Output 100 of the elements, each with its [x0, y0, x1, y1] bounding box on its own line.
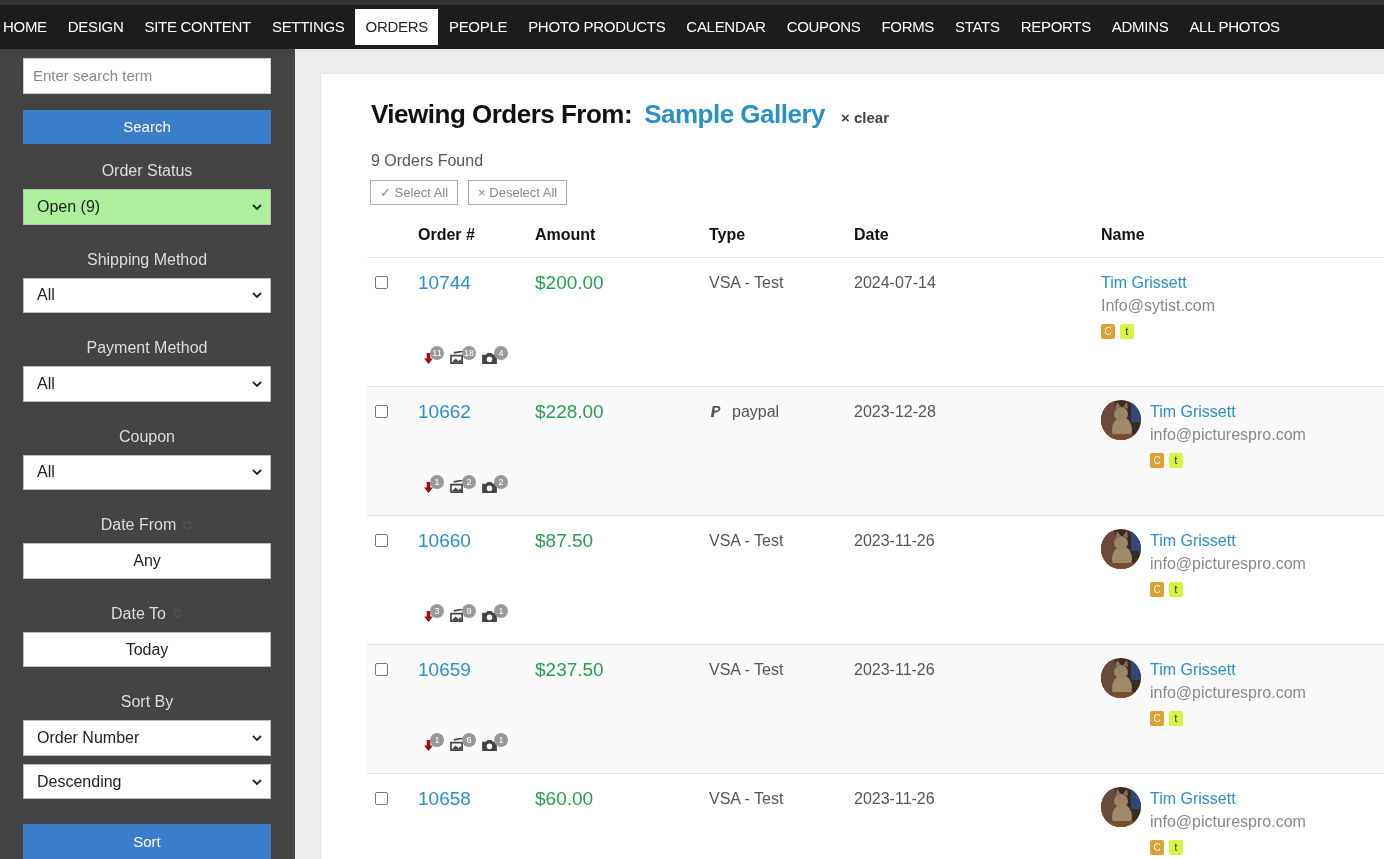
date-field[interactable]: Today [23, 631, 271, 668]
camera-icon [482, 610, 497, 622]
tag: C [1150, 453, 1164, 468]
caret-icon [252, 735, 262, 742]
caret-icon [252, 203, 262, 210]
order-number-link[interactable]: 10658 [418, 788, 535, 810]
nav-tab[interactable]: HOME [0, 9, 58, 45]
row-checkbox[interactable] [375, 663, 388, 676]
customer-email: Info@sytist.com [1101, 297, 1216, 315]
tag: t [1120, 324, 1134, 339]
payment-type: VSA - Test [709, 790, 784, 808]
nav-tab[interactable]: SETTINGS [261, 9, 356, 45]
nav-tab[interactable]: ALL PHOTOS [1178, 9, 1291, 45]
image-count: 9 [462, 604, 476, 618]
nav-tab[interactable]: COUPONS [776, 9, 871, 45]
column-header: Order # [418, 226, 476, 244]
order-amount: $237.50 [535, 659, 604, 680]
nav-tab[interactable]: PEOPLE [438, 9, 518, 45]
payment-type: VSA - Test [709, 532, 784, 550]
page-heading: Viewing Orders From: [371, 99, 633, 130]
column-header: Type [709, 226, 747, 244]
tag: C [1150, 711, 1164, 726]
order-date: 2024-07-14 [854, 273, 936, 292]
image-stack-icon [450, 609, 465, 622]
tag: C [1150, 582, 1164, 597]
customer-name-link[interactable]: Tim Grissett [1150, 401, 1306, 421]
search-button[interactable]: Search [23, 109, 271, 145]
caret-icon [252, 292, 262, 299]
photo-count: 1 [494, 733, 508, 747]
tag: C [1101, 324, 1115, 339]
row-checkbox[interactable] [375, 534, 388, 547]
order-amount: $60.00 [535, 788, 594, 809]
select-all-button[interactable]: ✓ Select All [370, 180, 459, 205]
tag: t [1169, 711, 1183, 726]
customer-email: info@picturespro.com [1150, 426, 1306, 444]
dropdown[interactable]: Order Number [23, 720, 271, 756]
order-date: 2023-11-26 [854, 531, 935, 550]
nav-tab[interactable]: PHOTO PRODUCTS [517, 9, 676, 45]
row-checkbox[interactable] [375, 792, 388, 805]
camera-icon [482, 481, 497, 493]
customer-name-link[interactable]: Tim Grissett [1150, 788, 1306, 808]
payment-type: paypal [732, 403, 780, 421]
camera-icon [482, 739, 497, 751]
nav-tab[interactable]: ADMINS [1101, 9, 1179, 45]
image-count: 2 [462, 475, 476, 489]
photo-count: 4 [494, 346, 508, 360]
column-header: Date [854, 226, 890, 244]
dropdown[interactable]: All [23, 454, 271, 491]
download-count: 11 [430, 346, 444, 360]
nav-tab[interactable]: CALENDAR [675, 9, 777, 45]
image-stack-icon [450, 351, 465, 364]
gallery-link[interactable]: Sample Gallery [644, 99, 826, 130]
download-count: 1 [430, 475, 444, 489]
customer-email: info@picturespro.com [1150, 555, 1306, 573]
camera-icon [482, 352, 497, 364]
nav-tab[interactable]: FORMS [870, 9, 945, 45]
dropdown[interactable]: All [23, 277, 271, 314]
caret-icon [252, 778, 262, 785]
filter-label: Shipping Method [86, 250, 208, 269]
orders-count: 9 Orders Found [371, 152, 485, 170]
order-date: 2023-11-26 [854, 789, 935, 808]
dropdown[interactable]: All [23, 366, 271, 402]
nav-tab[interactable]: DESIGN [57, 9, 135, 45]
deselect-all-button[interactable]: × Deselect All [468, 180, 568, 205]
dropdown[interactable]: Open (9) [23, 189, 271, 225]
customer-name-link[interactable]: Tim Grissett [1150, 659, 1306, 679]
filter-label: Order Status [101, 162, 193, 181]
image-stack-icon [450, 480, 465, 493]
image-count: 6 [462, 733, 476, 747]
search-field[interactable]: Enter search term [23, 58, 271, 94]
paypal-icon [709, 405, 722, 418]
payment-type: VSA - Test [709, 274, 784, 292]
download-count: 1 [430, 733, 444, 747]
row-checkbox[interactable] [375, 276, 388, 289]
filter-label: Payment Method [86, 339, 208, 358]
caret-icon [252, 469, 262, 476]
clear-link[interactable]: × clear [841, 109, 889, 126]
order-date: 2023-11-26 [854, 660, 935, 679]
filter-label: Coupon [118, 427, 175, 446]
sort-button[interactable]: Sort [23, 824, 271, 859]
order-number-link[interactable]: 10660 [418, 530, 535, 552]
order-amount: $200.00 [535, 272, 604, 293]
order-date: 2023-12-28 [854, 402, 936, 421]
nav-tab[interactable]: REPORTS [1010, 9, 1102, 45]
nav-tab[interactable]: STATS [944, 9, 1011, 45]
download-count: 3 [430, 604, 444, 618]
order-number-link[interactable]: 10744 [418, 272, 535, 294]
order-amount: $87.50 [535, 530, 594, 551]
date-field[interactable]: Any [23, 543, 271, 579]
row-checkbox[interactable] [375, 405, 388, 418]
customer-email: info@picturespro.com [1150, 684, 1306, 702]
caret-icon [252, 380, 262, 387]
dropdown[interactable]: Descending [23, 763, 271, 800]
tag: t [1169, 453, 1183, 468]
customer-name-link[interactable]: Tim Grissett [1101, 272, 1216, 292]
filter-label: Date To [111, 604, 166, 623]
nav-tab[interactable]: SITE CONTENT [134, 9, 262, 45]
customer-name-link[interactable]: Tim Grissett [1150, 530, 1306, 550]
photo-count: 1 [494, 604, 508, 618]
nav-tab[interactable]: ORDERS [355, 9, 439, 45]
